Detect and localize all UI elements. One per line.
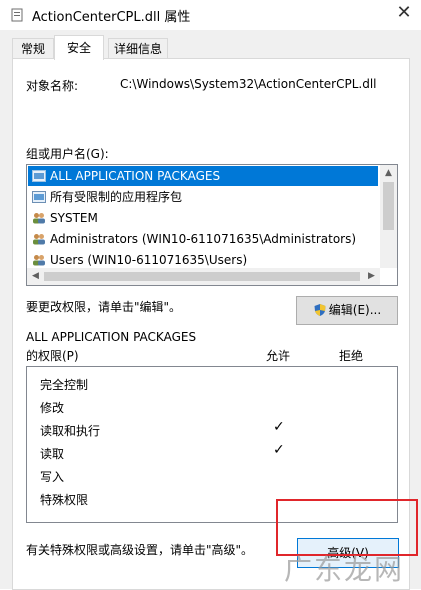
tab-security[interactable]: 安全 (54, 35, 104, 60)
check-icon: ✓ (273, 442, 285, 458)
permission-row-label: 读取 (40, 447, 65, 461)
permission-row-label: 完全控制 (40, 378, 89, 392)
users-group-icon (33, 254, 45, 265)
list-item[interactable]: Administrators (WIN10-611071635\Administ… (28, 229, 378, 249)
uac-shield-icon (314, 303, 326, 316)
horizontal-scrollbar[interactable]: ◀ ▶ (27, 268, 380, 285)
permissions-for-name: ALL APPLICATION PACKAGES (26, 330, 197, 344)
watermark: 广东龙网 (284, 553, 405, 586)
tab-general[interactable]: 常规 (12, 38, 54, 59)
scroll-right-icon[interactable]: ▶ (363, 268, 380, 285)
list-item[interactable]: 所有受限制的应用程序包 (28, 187, 378, 207)
app-package-icon (32, 190, 46, 203)
list-item-label: SYSTEM (50, 211, 98, 225)
allow-column-header: 允许 (266, 349, 291, 363)
list-item-label: Administrators (WIN10-611071635\Administ… (50, 232, 357, 246)
permissions-label: 的权限(P) (26, 349, 79, 363)
edit-button[interactable]: 编辑(E)... (296, 296, 398, 325)
group-list-label: 组或用户名(G): (26, 147, 109, 161)
scroll-up-icon[interactable]: ▲ (380, 165, 397, 182)
check-icon: ✓ (273, 419, 285, 435)
list-item-label: 所有受限制的应用程序包 (50, 190, 183, 204)
close-button[interactable]: ✕ (387, 0, 421, 28)
window-title: ActionCenterCPL.dll 属性 (32, 10, 191, 25)
tab-details[interactable]: 详细信息 (108, 38, 168, 59)
app-package-icon (32, 169, 46, 182)
permission-row-label: 写入 (40, 470, 65, 484)
list-item[interactable]: ALL APPLICATION PACKAGES (28, 166, 378, 186)
users-group-icon (33, 212, 45, 223)
object-name-label: 对象名称: (26, 79, 79, 93)
permission-row-label: 读取和执行 (40, 424, 101, 438)
group-user-list[interactable]: ALL APPLICATION PACKAGES 所有受限制的应用程序包 SYS… (26, 164, 398, 286)
object-name-value: C:\Windows\System32\ActionCenterCPL.dll (120, 77, 377, 91)
permission-row-label: 修改 (40, 401, 65, 415)
list-item-label: Users (WIN10-611071635\Users) (50, 253, 248, 267)
close-icon: ✕ (396, 2, 412, 23)
list-item-label: ALL APPLICATION PACKAGES (50, 169, 221, 183)
vertical-scroll-thumb[interactable] (383, 182, 394, 230)
file-icon (11, 8, 23, 22)
advanced-hint: 有关特殊权限或高级设置，请单击"高级"。 (26, 543, 254, 557)
vertical-scrollbar[interactable]: ▲ (380, 165, 397, 268)
title-bar: ActionCenterCPL.dll 属性 ✕ (0, 0, 421, 30)
scroll-left-icon[interactable]: ◀ (27, 268, 44, 285)
list-item[interactable]: SYSTEM (28, 208, 378, 228)
horizontal-scroll-thumb[interactable] (44, 272, 360, 281)
list-item[interactable]: Users (WIN10-611071635\Users) (28, 250, 378, 270)
deny-column-header: 拒绝 (339, 349, 364, 363)
users-group-icon (33, 233, 45, 244)
permission-row-label: 特殊权限 (40, 493, 89, 507)
edit-button-label: 编辑(E)... (328, 303, 382, 317)
edit-hint: 要更改权限，请单击"编辑"。 (26, 300, 182, 314)
